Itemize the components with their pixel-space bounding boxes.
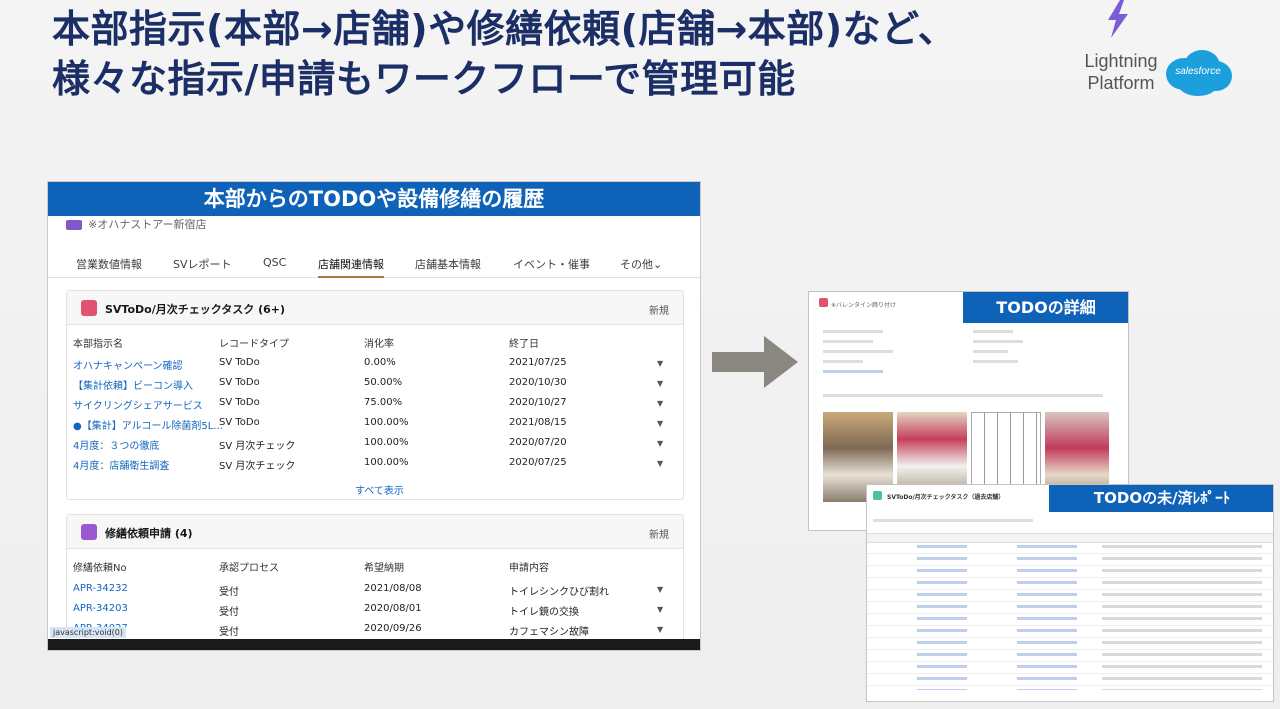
todo-row-rate: 100.00%: [364, 417, 409, 428]
store-icon: [66, 220, 82, 230]
right-arrow-icon: [712, 336, 798, 388]
detail-record-name: ※バレンタイン飾り付け: [831, 302, 897, 309]
row-menu-icon[interactable]: ▼: [657, 359, 663, 368]
repair-row-no[interactable]: APR-34203: [73, 603, 128, 614]
row-menu-icon[interactable]: ▼: [657, 459, 663, 468]
todo-row-name[interactable]: オハナキャンペーン確認: [73, 357, 183, 372]
todo-row-end: 2020/10/27: [509, 397, 567, 408]
report-header-row: [867, 533, 1273, 543]
record-title: ※オハナストアー新宿店: [88, 218, 207, 231]
todo-row-name[interactable]: 【集計依頼】ビーコン導入: [73, 377, 193, 392]
status-link-tooltip: javascript:void(0): [50, 627, 127, 638]
todo-report-banner: TODOの未/済ﾚﾎﾟｰﾄ: [1049, 485, 1273, 512]
record-header: ※オハナストアー新宿店: [66, 216, 207, 231]
todo-row-type: SV ToDo: [219, 417, 260, 428]
todo-row-type: SV ToDo: [219, 397, 260, 408]
slide-title: 本部指示(本部→店舗)や修繕依頼(店舗→本部)など、 様々な指示/申請もワークフ…: [52, 4, 1052, 104]
todo-report-screenshot: SVToDo/月次チェックタスク（過去店舗） TODOの未/済ﾚﾎﾟｰﾄ: [866, 484, 1274, 702]
tab-store-related[interactable]: 店舗関連情報: [318, 256, 384, 278]
slide-title-line1: 本部指示(本部→店舗)や修繕依頼(店舗→本部)など、: [52, 7, 957, 51]
repair-row-content: トイレ鏡の交換: [509, 607, 579, 618]
bottom-bar: [48, 639, 700, 650]
repair-row-content: トイレシンクひび割れ: [509, 587, 609, 598]
todo-row-rate: 100.00%: [364, 457, 409, 468]
detail-fields: [823, 330, 1113, 400]
todo-card-header: SVToDo/月次チェックタスク (6+) 新規: [67, 291, 683, 325]
repair-row-no[interactable]: APR-34232: [73, 583, 128, 594]
report-icon: [873, 491, 882, 500]
repair-row-process: 受付: [219, 607, 239, 618]
tab-more-label: その他: [620, 258, 653, 271]
envelope-icon: [81, 524, 97, 540]
row-menu-icon[interactable]: ▼: [657, 399, 663, 408]
main-screenshot-panel: 本部からのTODOや設備修繕の履歴 ※オハナストアー新宿店 営業数値情報 SVレ…: [47, 181, 701, 651]
brand-logo: Lightning Platform salesforce: [1070, 0, 1270, 110]
todo-row-name[interactable]: 4月度：３つの徹底: [73, 437, 159, 452]
todo-card-title: SVToDo/月次チェックタスク (6+): [105, 303, 286, 316]
repair-col-date: 希望納期: [364, 563, 404, 574]
row-menu-icon[interactable]: ▼: [657, 605, 663, 614]
repair-col-no: 修繕依頼No: [73, 563, 127, 574]
repair-row-date: 2021/08/08: [364, 583, 422, 594]
todo-col-type: レコードタイプ: [219, 339, 289, 350]
todo-col-rate: 消化率: [364, 339, 394, 350]
todo-card: SVToDo/月次チェックタスク (6+) 新規 本部指示名 レコードタイプ 消…: [66, 290, 684, 500]
todo-col-name: 本部指示名: [73, 339, 123, 350]
repair-row-date: 2020/09/26: [364, 623, 422, 634]
tab-sales[interactable]: 営業数値情報: [76, 256, 142, 272]
todo-icon: [819, 298, 828, 307]
row-menu-icon[interactable]: ▼: [657, 585, 663, 594]
platform-line2: Platform: [1087, 73, 1155, 93]
todo-detail-banner: TODOの詳細: [963, 292, 1128, 323]
todo-row-end: 2021/07/25: [509, 357, 567, 368]
todo-row-rate: 100.00%: [364, 437, 409, 448]
repair-card: 修繕依頼申請 (4) 新規 修繕依頼No 承認プロセス 希望納期 申請内容 AP…: [66, 514, 684, 644]
todo-col-end: 終了日: [509, 339, 539, 350]
tab-more[interactable]: その他⌄: [620, 256, 662, 272]
repair-col-content: 申請内容: [509, 563, 549, 574]
slide-title-line2: 様々な指示/申請もワークフローで管理可能: [52, 57, 796, 101]
row-menu-icon[interactable]: ▼: [657, 379, 663, 388]
repair-card-title: 修繕依頼申請 (4): [105, 527, 193, 540]
todo-row-name[interactable]: サイクリングシェアサービス: [73, 397, 203, 412]
tab-store-basic[interactable]: 店舗基本情報: [415, 256, 481, 272]
row-menu-icon[interactable]: ▼: [657, 625, 663, 634]
row-menu-icon[interactable]: ▼: [657, 439, 663, 448]
panel-banner: 本部からのTODOや設備修繕の履歴: [48, 182, 700, 216]
todo-row-type: SV 月次チェック: [219, 461, 296, 472]
todo-row-rate: 0.00%: [364, 357, 396, 368]
repair-row-process: 受付: [219, 627, 239, 638]
tab-qsc[interactable]: QSC: [263, 256, 286, 269]
tab-events[interactable]: イベント・催事: [513, 256, 590, 272]
report-title: SVToDo/月次チェックタスク（過去店舗）: [887, 494, 1005, 501]
row-menu-icon[interactable]: ▼: [657, 419, 663, 428]
todo-row-end: 2020/07/20: [509, 437, 567, 448]
todo-row-end: 2021/08/15: [509, 417, 567, 428]
tab-bar: 営業数値情報 SVレポート QSC 店舗関連情報 店舗基本情報 イベント・催事 …: [48, 244, 700, 278]
lightning-bolt-icon: [1108, 0, 1128, 38]
todo-row-name[interactable]: ●【集計】アルコール除菌剤5L...: [73, 417, 223, 432]
todo-row-rate: 75.00%: [364, 397, 403, 408]
repair-new-button[interactable]: 新規: [649, 526, 669, 541]
view-all-link[interactable]: すべて表示: [355, 482, 404, 497]
repair-col-process: 承認プロセス: [219, 563, 279, 574]
repair-row-process: 受付: [219, 587, 239, 598]
todo-row-end: 2020/10/30: [509, 377, 567, 388]
todo-row-name[interactable]: 4月度：店舗衛生調査: [73, 457, 169, 472]
todo-row-type: SV 月次チェック: [219, 441, 296, 452]
todo-row-rate: 50.00%: [364, 377, 403, 388]
platform-line1: Lightning: [1084, 51, 1158, 71]
repair-row-date: 2020/08/01: [364, 603, 422, 614]
todo-icon: [81, 300, 97, 316]
tab-sv-report[interactable]: SVレポート: [173, 256, 232, 272]
repair-card-header: 修繕依頼申請 (4) 新規: [67, 515, 683, 549]
todo-row-end: 2020/07/25: [509, 457, 567, 468]
todo-new-button[interactable]: 新規: [649, 302, 669, 317]
salesforce-logo-text: salesforce: [1175, 66, 1221, 77]
platform-name: Lightning Platform: [1076, 50, 1166, 94]
repair-row-content: カフェマシン故障: [509, 627, 589, 638]
chevron-down-icon: ⌄: [653, 258, 663, 271]
todo-row-type: SV ToDo: [219, 377, 260, 388]
todo-row-type: SV ToDo: [219, 357, 260, 368]
